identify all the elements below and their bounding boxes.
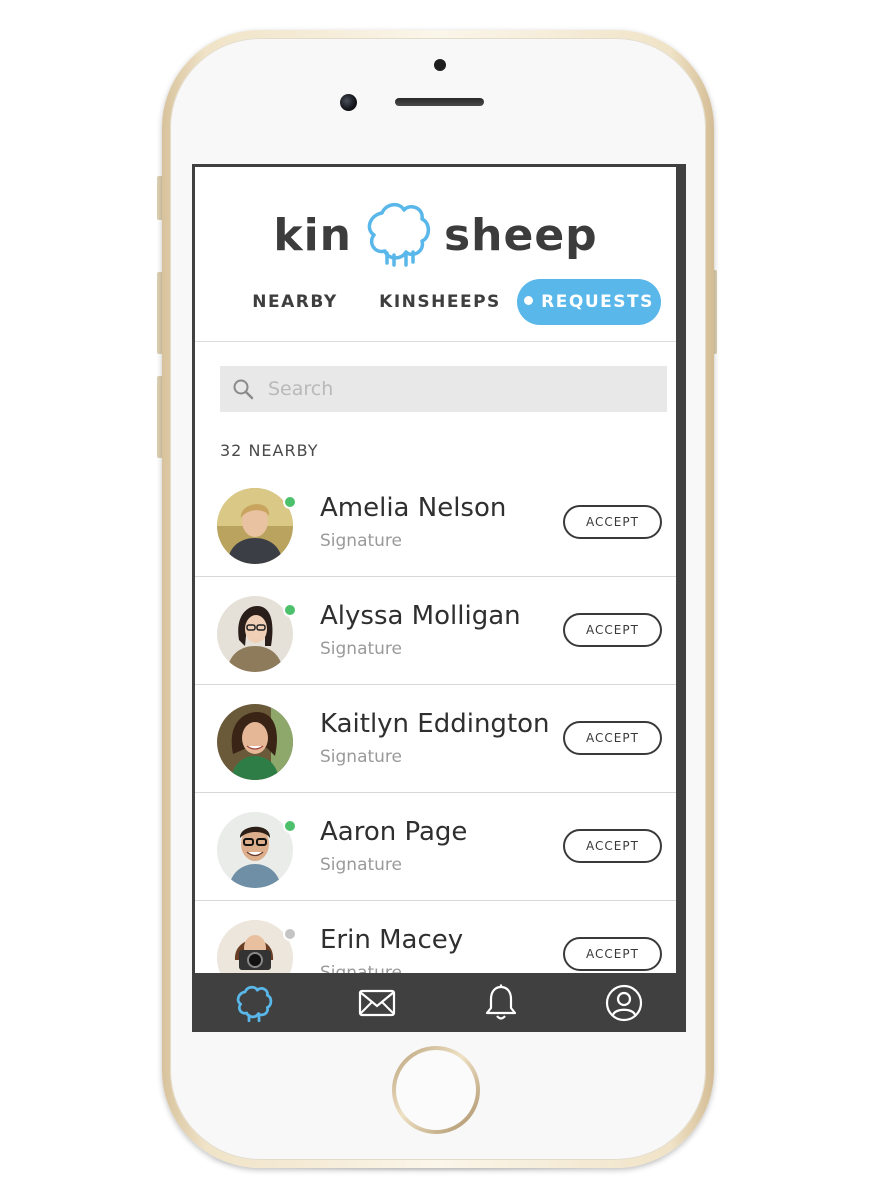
search-input[interactable] [266,377,650,401]
request-list: Amelia Nelson Signature ACCEPT Alyssa Mo… [195,469,676,973]
tab-kinsheeps[interactable]: KINSHEEPS [375,279,505,325]
list-item[interactable]: Alyssa Molligan Signature ACCEPT [195,577,676,685]
phone-screen: kin sheep NEARBY KINSHEEPS REQUESTS Sear… [192,164,686,1032]
app-view: kin sheep NEARBY KINSHEEPS REQUESTS Sear… [195,167,676,973]
avatar [217,812,293,888]
request-signature: Signature [320,639,403,659]
nav-notifications[interactable] [439,973,563,1032]
tab-label: NEARBY [252,292,338,312]
request-signature: Signature [320,747,403,767]
request-name: Amelia Nelson [320,493,507,523]
tab-nearby[interactable]: NEARBY [245,279,345,325]
tab-label: KINSHEEPS [379,292,501,312]
nav-home[interactable] [192,973,316,1032]
list-item[interactable]: Amelia Nelson Signature ACCEPT [195,469,676,577]
app-logo: kin sheep [195,199,676,271]
list-item[interactable]: Erin Macey Signature ACCEPT [195,901,676,973]
accept-button[interactable]: ACCEPT [563,721,662,755]
home-button[interactable] [392,1046,480,1134]
search-bar [220,366,667,412]
request-signature: Signature [320,963,403,973]
request-signature: Signature [320,531,403,551]
online-status-icon [283,495,297,509]
online-status-icon [283,603,297,617]
request-name: Erin Macey [320,925,464,955]
user-icon [606,984,643,1021]
sheep-icon [236,985,273,1022]
front-camera [340,94,357,111]
tab-label: REQUESTS [541,292,654,312]
request-name: Aaron Page [320,817,468,847]
earpiece-speaker [395,98,484,106]
nearby-count: 32 NEARBY [220,441,319,460]
offline-status-icon [283,927,297,941]
tab-bar: NEARBY KINSHEEPS REQUESTS [195,279,676,327]
avatar [217,488,293,564]
logo-text-right: sheep [443,209,598,261]
avatar [217,704,293,780]
active-dot-icon [524,295,534,305]
bottom-nav [192,973,686,1032]
accept-button[interactable]: ACCEPT [563,505,662,539]
nav-messages[interactable] [316,973,440,1032]
list-item[interactable]: Aaron Page Signature ACCEPT [195,793,676,901]
envelope-icon [359,989,396,1016]
avatar [217,920,293,973]
accept-button[interactable]: ACCEPT [563,829,662,863]
request-name: Alyssa Molligan [320,601,521,631]
tab-requests[interactable]: REQUESTS [517,279,661,325]
nav-profile[interactable] [563,973,687,1032]
logo-text-left: kin [273,209,352,261]
divider [195,341,676,342]
list-item[interactable]: Kaitlyn Eddington Signature ACCEPT [195,685,676,793]
bell-icon [485,984,516,1020]
avatar [217,596,293,672]
accept-button[interactable]: ACCEPT [563,613,662,647]
accept-button[interactable]: ACCEPT [563,937,662,971]
proximity-sensor [434,59,446,71]
request-name: Kaitlyn Eddington [320,709,550,739]
request-signature: Signature [320,855,403,875]
sheep-logo-icon [362,197,434,273]
online-status-icon [283,819,297,833]
search-icon [233,379,254,400]
